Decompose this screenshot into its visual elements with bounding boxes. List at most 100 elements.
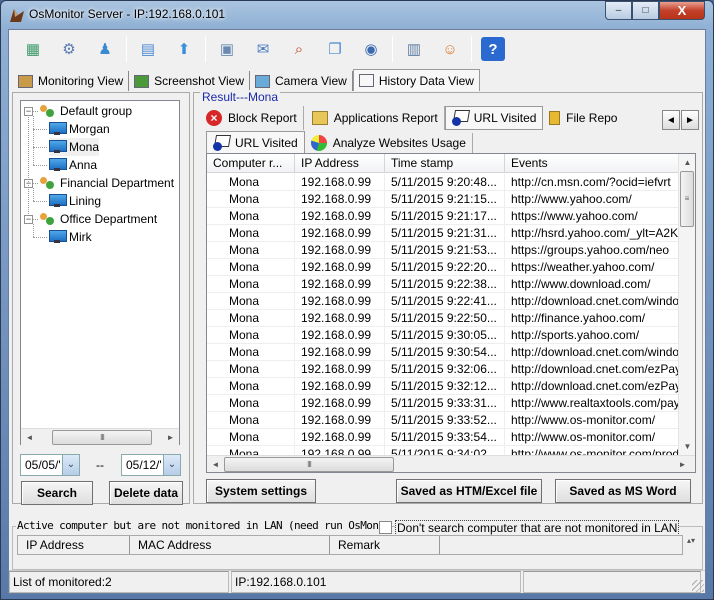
date-from-dropdown-icon[interactable]: ⌄ xyxy=(62,455,79,475)
status-bar: List of monitored:2 IP:192.168.0.101 xyxy=(9,570,705,593)
tab-prev-button[interactable]: ◄ xyxy=(662,110,680,130)
dont-search-checkbox[interactable] xyxy=(379,521,392,534)
scroll-thumb[interactable]: III xyxy=(224,456,394,472)
delete-data-button[interactable]: Delete data xyxy=(109,481,183,505)
table-cell-timestamp: 5/11/2015 9:22:41... xyxy=(385,293,505,310)
column-header-computer[interactable]: Computer r... xyxy=(207,154,295,173)
table-row[interactable]: Mona 192.168.0.99 5/11/2015 9:33:54... http… xyxy=(207,429,695,446)
scroll-right-arrow[interactable]: ► xyxy=(674,456,691,473)
lan-spin-icon[interactable]: ▴▾ xyxy=(684,535,698,555)
maximize-button[interactable]: □ xyxy=(632,1,659,20)
tree-group-default-group[interactable]: − Default group xyxy=(24,102,132,120)
table-row[interactable]: Mona 192.168.0.99 5/11/2015 9:32:12... http… xyxy=(207,378,695,395)
table-row[interactable]: Mona 192.168.0.99 5/11/2015 9:21:17... http… xyxy=(207,208,695,225)
chat-windows-icon[interactable]: ❐ xyxy=(323,37,347,61)
save-ms-word-button[interactable]: Saved as MS Word xyxy=(555,479,691,503)
table-row[interactable]: Mona 192.168.0.99 5/11/2015 9:21:31... http… xyxy=(207,225,695,242)
windows-icon[interactable]: ▦ xyxy=(21,37,45,61)
toolbar: ▦ ⚙ ♟ ▤ ⬆ ▣ ✉ ⌕ ❐ ◉ ▥ ☺? xyxy=(9,30,705,68)
help-icon[interactable]: ? xyxy=(481,37,505,61)
date-from-picker[interactable]: 05/05/' ⌄ xyxy=(20,454,80,476)
resize-grip-icon[interactable] xyxy=(692,580,704,592)
computer-tree[interactable]: − Default group Morgan Mona Anna − Financial D… xyxy=(20,100,180,445)
scroll-left-arrow[interactable]: ◄ xyxy=(21,429,38,446)
tree-group-office-department[interactable]: − Office Department xyxy=(24,210,157,228)
monitor-icon[interactable]: ▣ xyxy=(215,37,239,61)
column-header-events[interactable]: Events xyxy=(505,154,695,173)
view-tab-screenshot-view[interactable]: Screenshot View xyxy=(129,71,250,91)
table-cell-computer: Mona xyxy=(207,276,295,293)
lan-column-ip[interactable]: IP Address xyxy=(18,536,130,554)
tree-group-label: Financial Department xyxy=(60,176,175,190)
table-horizontal-scrollbar[interactable]: ◄ III ► xyxy=(207,455,695,472)
date-to-value: 05/12/' xyxy=(126,458,162,472)
table-cell-events: https://groups.yahoo.com/neo xyxy=(505,242,695,259)
report-tab-url-visited[interactable]: URL Visited xyxy=(444,106,544,130)
scroll-up-arrow[interactable]: ▲ xyxy=(679,154,695,171)
column-header-ip[interactable]: IP Address xyxy=(295,154,385,173)
sub-tab-url-visited[interactable]: URL Visited xyxy=(206,131,305,153)
table-row[interactable]: Mona 192.168.0.99 5/11/2015 9:33:52... http… xyxy=(207,412,695,429)
table-row[interactable]: Mona 192.168.0.99 5/11/2015 9:30:05... http… xyxy=(207,327,695,344)
table-row[interactable]: Mona 192.168.0.99 5/11/2015 9:33:31... http… xyxy=(207,395,695,412)
tree-collapse-icon[interactable]: − xyxy=(24,214,33,224)
close-button[interactable]: X xyxy=(659,1,705,20)
table-cell-events: http://sports.yahoo.com/ xyxy=(505,327,695,344)
table-row[interactable]: Mona 192.168.0.99 5/11/2015 9:20:48... http… xyxy=(207,174,695,191)
table-row[interactable]: Mona 192.168.0.99 5/11/2015 9:22:50... http… xyxy=(207,310,695,327)
vertical-scroll-thumb[interactable]: ≡ xyxy=(680,171,694,227)
table-row[interactable]: Mona 192.168.0.99 5/11/2015 9:22:20... http… xyxy=(207,259,695,276)
scroll-left-arrow[interactable]: ◄ xyxy=(207,456,224,473)
dont-search-checkbox-label[interactable]: Don't search computer that are not monit… xyxy=(395,520,680,536)
tree-group-financial-department[interactable]: − Financial Department xyxy=(24,174,174,192)
view-tab-camera-view[interactable]: Camera View xyxy=(250,71,353,91)
table-row[interactable]: Mona 192.168.0.99 5/11/2015 9:32:06... http… xyxy=(207,361,695,378)
mail-reply-icon[interactable]: ✉ xyxy=(251,37,275,61)
date-to-picker[interactable]: 05/12/' ⌄ xyxy=(121,454,181,476)
disc-icon[interactable]: ◉ xyxy=(359,37,383,61)
toolbar-separator xyxy=(126,36,127,62)
tree-item-morgan[interactable]: Morgan xyxy=(49,120,110,138)
column-header-timestamp[interactable]: Time stamp xyxy=(385,154,505,173)
group-icon xyxy=(39,176,55,190)
scroll-thumb[interactable]: III xyxy=(52,429,152,445)
usb-icon[interactable]: ⬆ xyxy=(172,37,196,61)
scroll-right-arrow[interactable]: ► xyxy=(162,429,179,446)
table-cell-ip: 192.168.0.99 xyxy=(295,225,385,242)
table-row[interactable]: Mona 192.168.0.99 5/11/2015 9:21:15... http… xyxy=(207,191,695,208)
address-book-icon[interactable]: ▥ xyxy=(402,37,426,61)
folder-apps-icon[interactable]: ▤ xyxy=(136,37,160,61)
system-settings-button[interactable]: System settings xyxy=(206,479,316,503)
table-vertical-scrollbar[interactable]: ▲ ≡ ▼ xyxy=(678,154,695,455)
lan-column-mac[interactable]: MAC Address xyxy=(130,536,330,554)
table-row[interactable]: Mona 192.168.0.99 5/11/2015 9:22:38... http… xyxy=(207,276,695,293)
lan-table-header: IP Address MAC Address Remark xyxy=(17,535,683,555)
date-to-dropdown-icon[interactable]: ⌄ xyxy=(163,455,180,475)
tree-item-mirk[interactable]: Mirk xyxy=(49,228,92,246)
report-tab-file-repo[interactable]: File Repo xyxy=(543,106,623,130)
minimize-button[interactable]: – xyxy=(605,1,632,20)
report-tab-block-report[interactable]: × Block Report xyxy=(200,106,304,130)
sub-tab-analyze-websites-usage[interactable]: Analyze Websites Usage xyxy=(305,133,473,153)
document-search-icon[interactable]: ⌕ xyxy=(287,37,311,61)
save-htm-excel-button[interactable]: Saved as HTM/Excel file xyxy=(396,479,542,503)
view-tab-history-data-view[interactable]: History Data View xyxy=(352,69,480,91)
lan-column-remark[interactable]: Remark xyxy=(330,536,440,554)
report-tab-applications-report[interactable]: Applications Report xyxy=(304,106,445,130)
tree-item-mona[interactable]: Mona xyxy=(49,138,100,156)
table-cell-events: http://www.os-monitor.com/ xyxy=(505,412,695,429)
title-bar[interactable]: OsMonitor Server - IP:192.168.0.101 – □ … xyxy=(1,1,713,29)
view-tab-monitoring-view[interactable]: Monitoring View xyxy=(13,71,130,91)
tree-horizontal-scrollbar[interactable]: ◄ III ► xyxy=(21,428,179,445)
tab-next-button[interactable]: ► xyxy=(681,110,699,130)
user-list-icon[interactable]: ☺ xyxy=(438,37,462,61)
users-icon[interactable]: ♟ xyxy=(93,37,117,61)
settings-screen-icon[interactable]: ⚙ xyxy=(57,37,81,61)
scroll-down-arrow[interactable]: ▼ xyxy=(679,438,695,455)
table-row[interactable]: Mona 192.168.0.99 5/11/2015 9:30:54... http… xyxy=(207,344,695,361)
table-row[interactable]: Mona 192.168.0.99 5/11/2015 9:22:41... http… xyxy=(207,293,695,310)
table-row[interactable]: Mona 192.168.0.99 5/11/2015 9:21:53... http… xyxy=(207,242,695,259)
tree-item-lining[interactable]: Lining xyxy=(49,192,101,210)
search-button[interactable]: Search xyxy=(21,481,93,505)
tree-item-anna[interactable]: Anna xyxy=(49,156,97,174)
